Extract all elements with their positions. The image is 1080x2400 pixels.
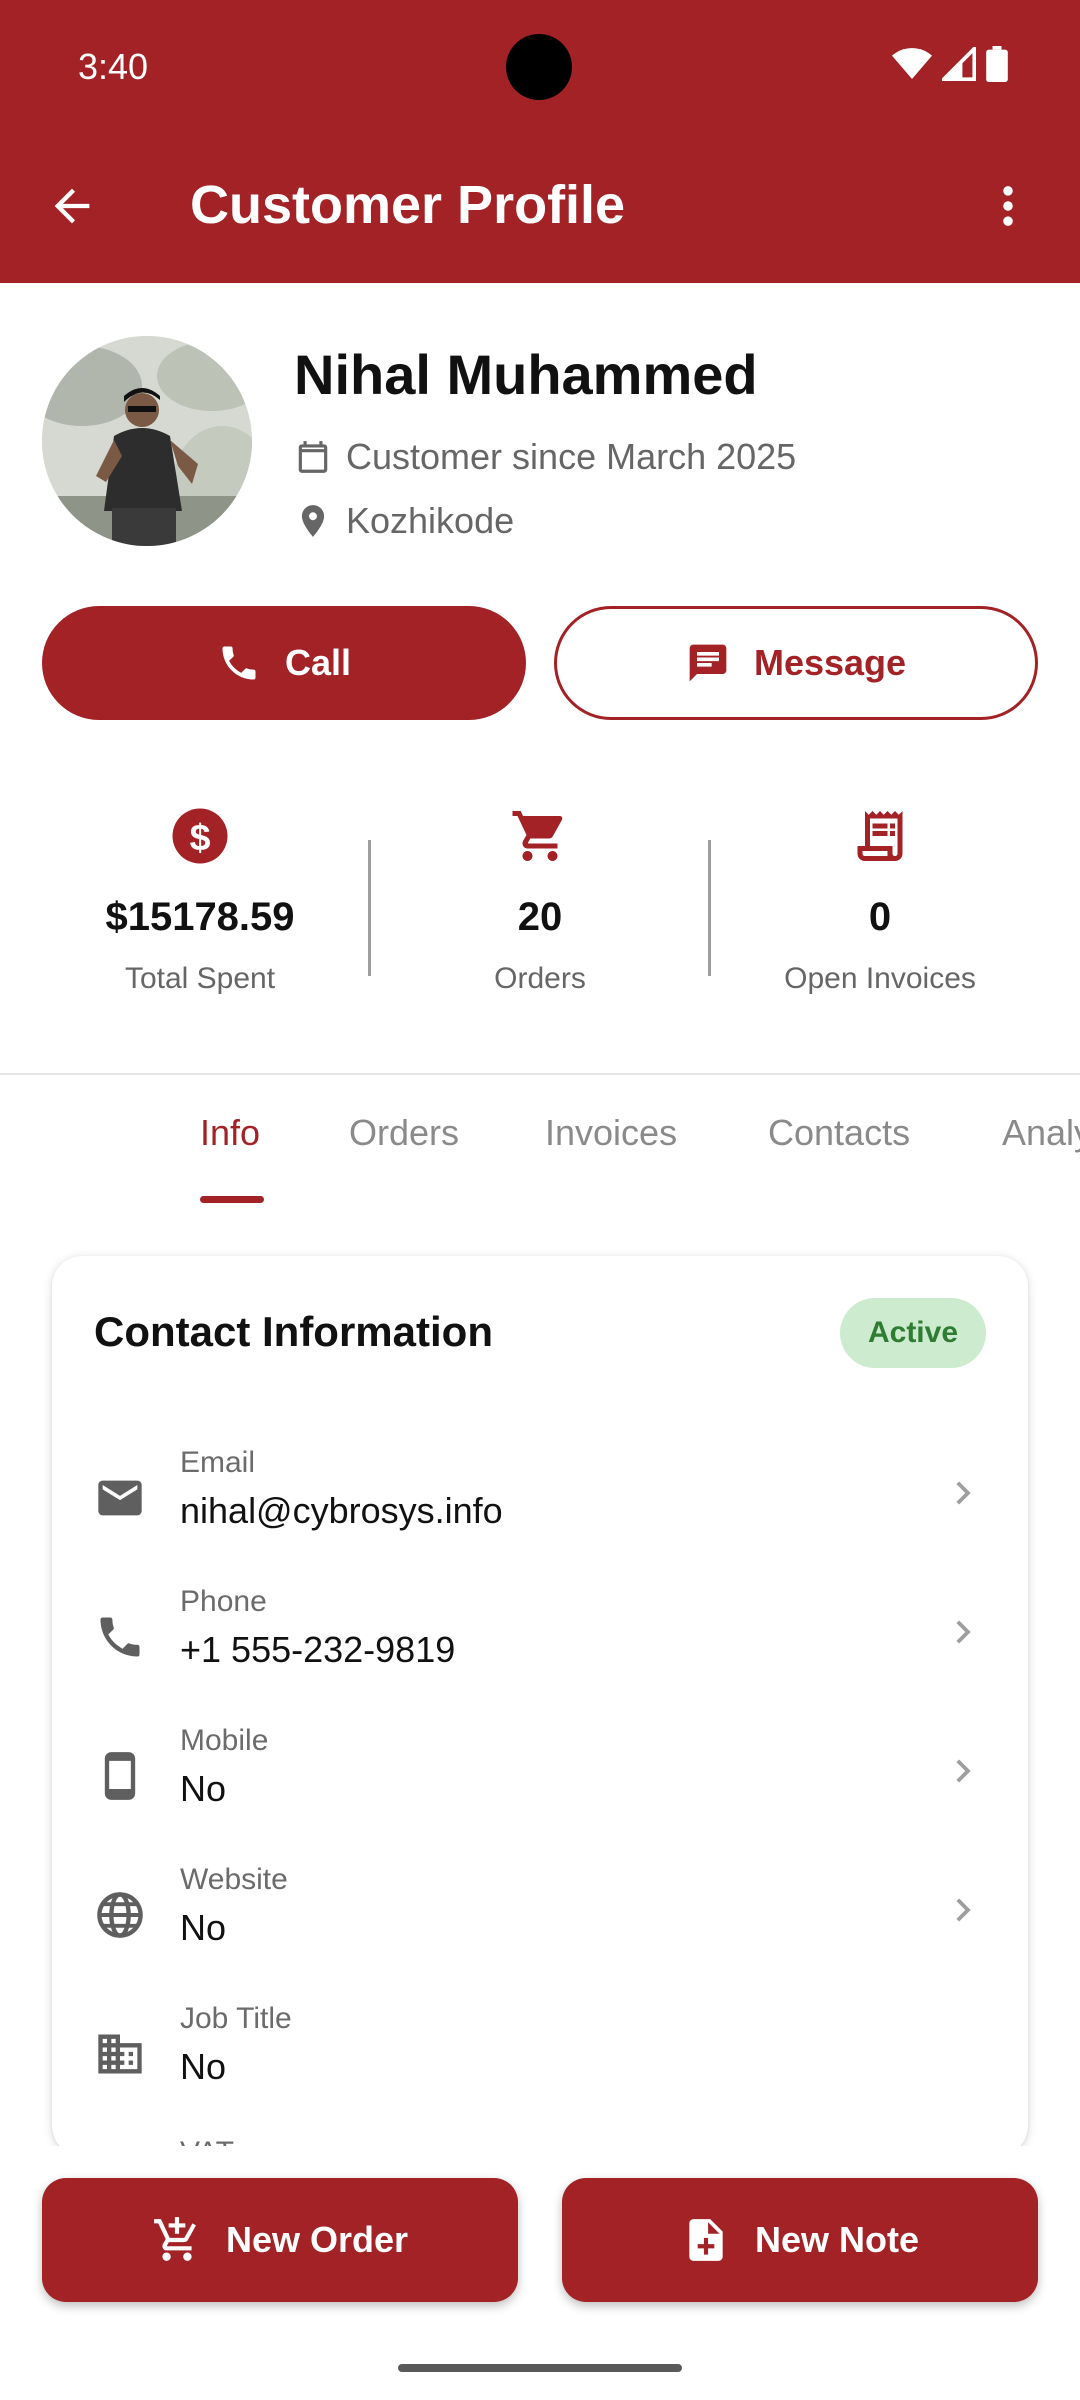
orders-value: 20 <box>517 895 563 939</box>
status-bar: 3:40 <box>0 0 1080 130</box>
tab-analytics[interactable]: Analy <box>1002 1112 1080 1154</box>
card-title: Contact Information <box>94 1308 493 1355</box>
chevron-right-icon <box>956 1620 971 1644</box>
email-icon <box>98 1480 142 1516</box>
tab-contacts[interactable]: Contacts <box>768 1112 910 1154</box>
contact-row-mobile[interactable]: Mobile No <box>52 1710 1028 1849</box>
note-add-icon <box>689 2219 723 2261</box>
customer-since-row: Customer since March 2025 <box>294 436 796 478</box>
open-invoices-value: 0 <box>868 895 892 939</box>
tab-orders[interactable]: Orders <box>349 1112 459 1154</box>
chevron-right-icon <box>956 1759 971 1783</box>
battery-icon <box>986 46 1008 82</box>
contact-row-website[interactable]: Website No <box>52 1849 1028 1988</box>
row-value: No <box>180 1907 227 1948</box>
status-badge: Active <box>840 1298 986 1368</box>
signal-icon <box>942 47 976 81</box>
chevron-right-icon <box>956 1898 971 1922</box>
avatar-photo <box>42 336 252 546</box>
calendar-icon <box>298 441 328 473</box>
customer-since-text: Customer since March 2025 <box>346 436 797 477</box>
avatar <box>42 336 252 546</box>
tab-bar: Info Orders Invoices Contacts Analy <box>0 1100 1080 1204</box>
camera-cutout <box>506 34 572 100</box>
row-label: Website <box>180 1863 288 1896</box>
tab-indicator <box>200 1196 264 1203</box>
new-order-label: New Order <box>225 2219 409 2260</box>
stats-row: $ $15178.59 Total Spent 20 Orders 0 Open… <box>0 806 1080 1016</box>
contact-row-email[interactable]: Email nihal@cybrosys.info <box>52 1432 1028 1571</box>
call-label: Call <box>284 642 352 683</box>
row-value: nihal@cybrosys.info <box>180 1490 503 1531</box>
status-time: 3:40 <box>78 46 149 87</box>
tab-invoices[interactable]: Invoices <box>545 1112 677 1154</box>
wifi-icon <box>892 48 932 79</box>
total-spent-label: Total Spent <box>124 962 276 995</box>
location-row: Kozhikode <box>294 500 514 542</box>
globe-icon <box>97 1892 143 1938</box>
home-indicator[interactable] <box>398 2364 682 2372</box>
section-divider <box>0 1073 1080 1075</box>
building-icon <box>98 2034 142 2074</box>
contact-card: Contact Information Active Email nihal@c… <box>52 1256 1028 2156</box>
message-icon <box>689 644 727 682</box>
row-label: Email <box>180 1446 256 1479</box>
customer-name: Nihal Muhammed <box>294 343 758 406</box>
dollar-icon: $ <box>172 808 228 864</box>
new-note-button[interactable]: New Note <box>562 2178 1038 2302</box>
mobile-icon <box>104 1752 136 1800</box>
tab-info[interactable]: Info <box>200 1112 260 1154</box>
call-button[interactable]: Call <box>42 606 526 720</box>
location-text: Kozhikode <box>346 500 515 541</box>
stat-divider <box>368 840 371 976</box>
svg-text:$: $ <box>190 816 211 858</box>
new-order-button[interactable]: New Order <box>42 2178 518 2302</box>
open-invoices-label: Open Invoices <box>784 962 976 995</box>
row-label: Phone <box>180 1585 267 1618</box>
contact-row-phone[interactable]: Phone +1 555-232-9819 <box>52 1571 1028 1710</box>
message-label: Message <box>753 642 907 683</box>
app-bar: Customer Profile <box>0 130 1080 283</box>
phone-icon <box>100 1617 140 1657</box>
page-title: Customer Profile <box>190 175 626 235</box>
row-label: Job Title <box>180 2002 292 2035</box>
row-value: +1 555-232-9819 <box>180 1629 456 1670</box>
row-label: Mobile <box>180 1724 269 1757</box>
more-vert-icon[interactable] <box>982 180 1034 232</box>
contact-row-job-title: Job Title No <box>52 1988 1028 2127</box>
back-arrow-icon[interactable] <box>46 180 98 232</box>
chevron-right-icon <box>956 1481 971 1505</box>
stat-open-invoices: 0 Open Invoices <box>710 806 1050 996</box>
stat-orders: 20 Orders <box>370 806 710 996</box>
status-icons <box>892 46 1008 82</box>
cart-icon <box>512 811 563 861</box>
orders-label: Orders <box>494 962 586 995</box>
add-cart-icon <box>154 2217 196 2261</box>
stat-total-spent: $ $15178.59 Total Spent <box>30 806 370 996</box>
new-note-label: New Note <box>754 2219 920 2260</box>
row-value: No <box>180 2046 227 2087</box>
row-value: No <box>180 1768 227 1809</box>
message-button[interactable]: Message <box>554 606 1038 720</box>
total-spent-value: $15178.59 <box>105 895 295 939</box>
receipt-icon <box>857 811 903 861</box>
phone-icon <box>222 646 256 680</box>
stat-divider <box>708 840 711 976</box>
location-pin-icon <box>301 505 325 537</box>
